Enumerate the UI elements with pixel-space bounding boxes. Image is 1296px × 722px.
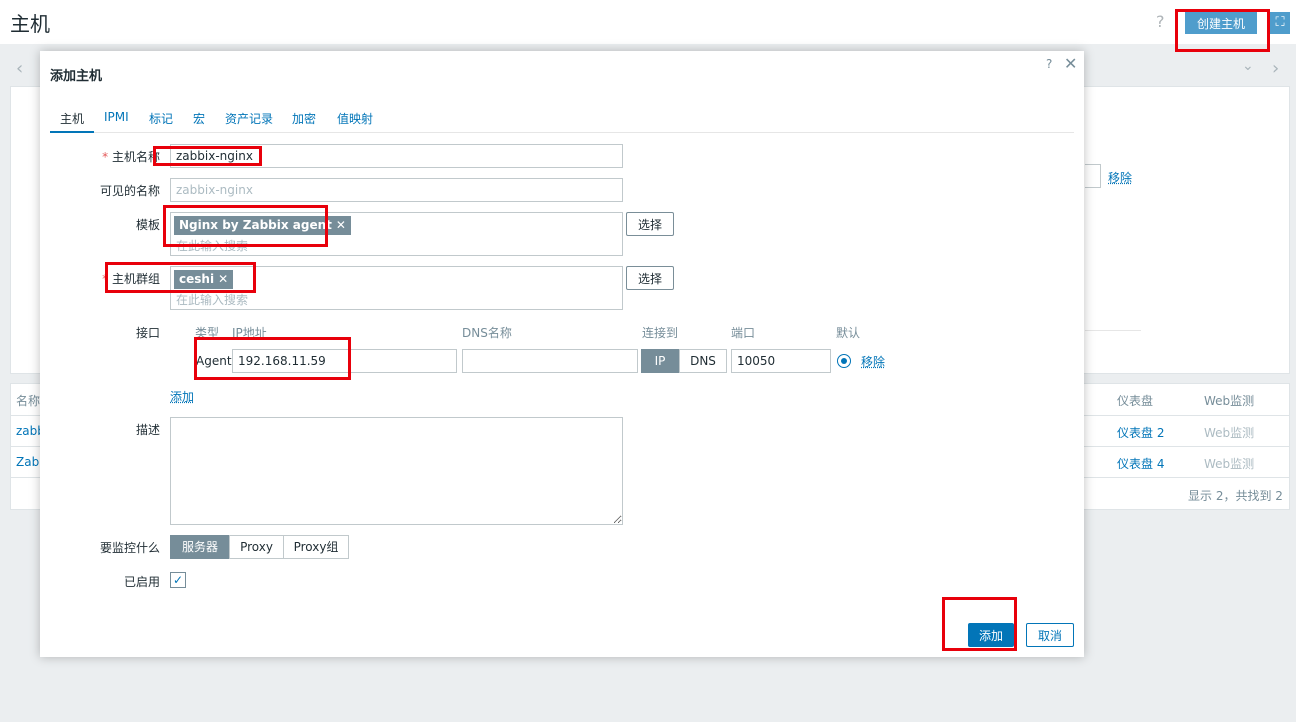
tab-ipmi[interactable]: IPMI bbox=[104, 110, 129, 124]
chevron-right-icon[interactable]: › bbox=[1272, 58, 1279, 79]
chevron-down-icon[interactable]: ⌄ bbox=[1242, 58, 1254, 74]
dialog-title: 添加主机 bbox=[50, 69, 103, 84]
interfaces-default-header: 默认 bbox=[836, 326, 861, 340]
host-name-label: * 主机名称 bbox=[40, 148, 160, 165]
monitored-by-proxy-group[interactable]: Proxy组 bbox=[283, 535, 349, 559]
description-label: 描述 bbox=[135, 423, 160, 437]
monitored-by-server[interactable]: 服务器 bbox=[170, 535, 230, 559]
templates-multiselect[interactable]: Nginx by Zabbix agent ✕ 在此输入搜索 bbox=[170, 212, 623, 256]
create-host-button[interactable]: 创建主机 bbox=[1185, 12, 1257, 34]
default-interface-radio[interactable] bbox=[837, 354, 851, 368]
interface-dns-input[interactable] bbox=[462, 349, 638, 373]
host-groups-label: * 主机群组 bbox=[40, 270, 160, 287]
tab-bar: 主机 IPMI 标记 宏 资产记录 加密 值映射 bbox=[50, 107, 1074, 133]
description-textarea[interactable] bbox=[170, 417, 623, 525]
enabled-label: 已启用 bbox=[123, 575, 160, 589]
remove-chip-icon[interactable]: ✕ bbox=[336, 218, 346, 232]
template-chip: Nginx by Zabbix agent ✕ bbox=[174, 216, 351, 235]
page-title: 主机 bbox=[10, 12, 50, 36]
templates-search-placeholder[interactable]: 在此输入搜索 bbox=[176, 237, 248, 254]
tab-value-mapping[interactable]: 值映射 bbox=[337, 110, 373, 127]
visible-name-input[interactable] bbox=[170, 178, 623, 202]
divider bbox=[1085, 330, 1141, 331]
host-groups-multiselect[interactable]: ceshi ✕ 在此输入搜索 bbox=[170, 266, 623, 310]
table-row-dashboard[interactable]: 仪表盘 4 bbox=[1117, 455, 1164, 472]
tab-inventory[interactable]: 资产记录 bbox=[225, 110, 273, 127]
required-mark: * bbox=[102, 272, 109, 286]
remove-chip-icon[interactable]: ✕ bbox=[218, 272, 228, 286]
help-icon[interactable]: ? bbox=[1156, 12, 1165, 31]
chevron-left-icon[interactable]: ‹ bbox=[16, 58, 23, 79]
connect-dns-option[interactable]: DNS bbox=[679, 349, 727, 373]
interfaces-connect-header: 连接到 bbox=[642, 326, 679, 340]
tab-encryption[interactable]: 加密 bbox=[292, 110, 316, 127]
connect-ip-option[interactable]: IP bbox=[641, 349, 679, 373]
interface-ip-input[interactable] bbox=[232, 349, 457, 373]
template-chip-label: Nginx by Zabbix agent bbox=[179, 218, 332, 232]
monitored-by-toggle: 服务器 Proxy Proxy组 bbox=[170, 535, 349, 559]
interfaces-port-header: 端口 bbox=[731, 326, 756, 340]
column-dashboard: 仪表盘 bbox=[1117, 394, 1154, 408]
host-groups-search-placeholder[interactable]: 在此输入搜索 bbox=[176, 291, 248, 308]
filter-input-edge bbox=[1085, 164, 1101, 188]
host-group-chip-label: ceshi bbox=[179, 272, 215, 286]
interface-type: Agent bbox=[196, 354, 232, 368]
close-icon[interactable]: ✕ bbox=[1064, 54, 1077, 73]
interfaces-ip-header: IP地址 bbox=[232, 326, 267, 340]
cancel-button[interactable]: 取消 bbox=[1026, 623, 1074, 647]
remove-interface-link[interactable]: 移除 bbox=[861, 353, 885, 370]
tab-tags[interactable]: 标记 bbox=[149, 110, 173, 127]
filter-remove-link[interactable]: 移除 bbox=[1108, 169, 1132, 186]
help-icon[interactable]: ? bbox=[1046, 57, 1052, 71]
monitored-by-proxy[interactable]: Proxy bbox=[229, 535, 284, 559]
host-groups-label-text: 主机群组 bbox=[111, 272, 160, 286]
table-footer: 显示 2，共找到 2 bbox=[1188, 489, 1283, 503]
radio-dot bbox=[841, 358, 847, 364]
interfaces-label: 接口 bbox=[135, 326, 160, 340]
tab-macros[interactable]: 宏 bbox=[193, 110, 205, 127]
visible-name-label: 可见的名称 bbox=[99, 184, 160, 198]
tab-host[interactable]: 主机 bbox=[60, 110, 84, 127]
add-button[interactable]: 添加 bbox=[968, 623, 1014, 647]
table-row-web[interactable]: Web监测 bbox=[1204, 455, 1254, 472]
host-name-label-text: 主机名称 bbox=[111, 150, 160, 164]
templates-select-button[interactable]: 选择 bbox=[626, 212, 674, 236]
fullscreen-icon[interactable]: ⛶ bbox=[1270, 12, 1290, 34]
interface-port-input[interactable] bbox=[731, 349, 831, 373]
table-row-dashboard[interactable]: 仪表盘 2 bbox=[1117, 424, 1164, 441]
enabled-checkbox[interactable]: ✓ bbox=[170, 572, 186, 588]
interfaces-dns-header: DNS名称 bbox=[462, 326, 512, 340]
column-web: Web监测 bbox=[1204, 394, 1255, 408]
table-row-web[interactable]: Web监测 bbox=[1204, 424, 1254, 441]
interface-connect-toggle: IP DNS bbox=[641, 349, 727, 373]
host-groups-select-button[interactable]: 选择 bbox=[626, 266, 674, 290]
column-name[interactable]: 名称 bbox=[16, 392, 40, 409]
monitored-by-label: 要监控什么 bbox=[99, 541, 160, 555]
add-interface-link[interactable]: 添加 bbox=[170, 388, 194, 405]
templates-label: 模板 bbox=[135, 218, 160, 232]
host-group-chip: ceshi ✕ bbox=[174, 270, 234, 289]
add-host-dialog: 添加主机 ? ✕ 主机 IPMI 标记 宏 资产记录 加密 值映射 * 主机名称… bbox=[40, 51, 1084, 657]
page-header: 主机 ? 创建主机 ⛶ bbox=[0, 0, 1296, 44]
host-name-input[interactable] bbox=[170, 144, 623, 168]
active-tab-indicator bbox=[50, 131, 94, 133]
interfaces-type-header: 类型 bbox=[195, 326, 220, 340]
required-mark: * bbox=[102, 150, 109, 164]
